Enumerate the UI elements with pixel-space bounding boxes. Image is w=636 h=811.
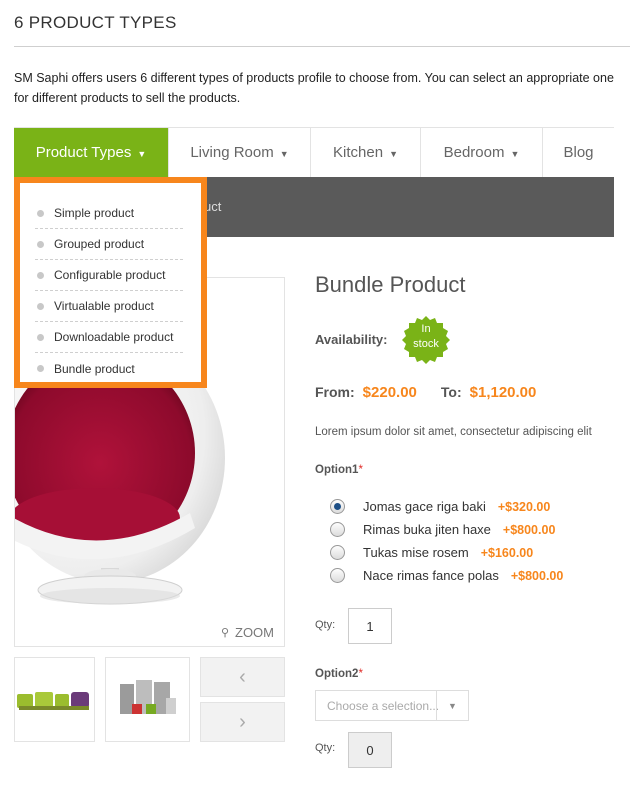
- choice-name: Nace rimas fance polas: [363, 568, 499, 583]
- dropdown-item-configurable-product[interactable]: Configurable product: [35, 260, 183, 291]
- option1-choice[interactable]: Jomas gace riga baki +$320.00: [330, 499, 550, 514]
- nav-item-label: Blog: [563, 144, 594, 161]
- nav-item-label: Living Room: [190, 144, 274, 161]
- stock-status-line1: In: [421, 323, 431, 335]
- bullet-icon: [37, 333, 44, 341]
- nav-item-product-types[interactable]: Product Types ▼: [14, 128, 169, 177]
- option2-qty-label: Qty:: [315, 742, 336, 754]
- dropdown-item-label: Grouped product: [54, 237, 145, 251]
- product-description: Lorem ipsum dolor sit amet, consectetur …: [315, 426, 592, 438]
- to-price: $1,120.00: [469, 384, 537, 401]
- bullet-icon: [37, 302, 44, 310]
- magnifier-icon: ⚲: [220, 627, 229, 639]
- thumbnail-chairs[interactable]: [105, 657, 190, 742]
- intro-text: SM Saphi offers users 6 different types …: [14, 71, 614, 105]
- title-divider: [14, 46, 630, 47]
- radio-button[interactable]: [330, 499, 345, 514]
- dropdown-item-label: Configurable product: [54, 268, 166, 282]
- to-label: To:: [440, 384, 462, 400]
- option2-label-text: Option2: [315, 668, 359, 680]
- bullet-icon: [37, 365, 44, 372]
- thumbnail-image: [120, 680, 176, 714]
- stock-status-line2: stock: [413, 338, 439, 350]
- chevron-down-icon: ▼: [510, 148, 520, 159]
- product-name: Bundle Product: [315, 272, 466, 297]
- required-marker: *: [358, 464, 363, 476]
- nav-item-label: Kitchen: [333, 144, 384, 161]
- dropdown-item-label: Bundle product: [54, 361, 135, 376]
- nav-item-label: Product Types: [35, 144, 132, 161]
- option1-choice[interactable]: Rimas buka jiten haxe +$800.00: [330, 522, 555, 537]
- nav-item-bedroom[interactable]: Bedroom ▼: [421, 128, 543, 177]
- option1-choice[interactable]: Tukas mise rosem +$160.00: [330, 545, 533, 560]
- price-range: From: $220.00 To: $1,120.00: [315, 384, 536, 401]
- option1-choice[interactable]: Nace rimas fance polas +$800.00: [330, 568, 563, 583]
- product-types-dropdown: Simple product Grouped product Configura…: [14, 177, 207, 388]
- chevron-right-icon: ›: [239, 710, 246, 733]
- chevron-down-icon: ▼: [137, 148, 147, 159]
- radio-button[interactable]: [330, 568, 345, 583]
- nav-item-label: Bedroom: [443, 144, 505, 161]
- dropdown-item-label: Downloadable product: [54, 330, 174, 344]
- zoom-label: ZOOM: [235, 625, 274, 640]
- select-placeholder: Choose a selection...: [327, 698, 438, 713]
- option1-label: Option1*: [315, 464, 363, 476]
- bullet-icon: [37, 209, 44, 217]
- nav-item-kitchen[interactable]: Kitchen ▼: [311, 128, 421, 177]
- stock-status: In stock: [402, 322, 450, 352]
- option2-select[interactable]: Choose a selection... ▼: [315, 690, 469, 721]
- from-price: $220.00: [362, 384, 417, 401]
- choice-price: +$800.00: [510, 568, 564, 583]
- section-title: 6 PRODUCT TYPES: [14, 13, 177, 32]
- choice-price: +$320.00: [497, 499, 551, 514]
- nav-item-blog[interactable]: Blog: [543, 128, 614, 177]
- chevron-left-icon: ‹: [239, 665, 246, 688]
- choice-name: Jomas gace riga baki: [363, 499, 486, 514]
- thumbnail-image: [17, 692, 89, 710]
- chevron-down-icon: ▼: [389, 148, 398, 159]
- choice-price: +$160.00: [480, 545, 534, 560]
- chevron-down-icon: ▼: [279, 148, 289, 159]
- radio-button[interactable]: [330, 522, 345, 537]
- dropdown-item-grouped-product[interactable]: Grouped product: [35, 229, 183, 260]
- dropdown-item-label: Simple product: [54, 206, 135, 220]
- required-marker: *: [358, 668, 363, 680]
- thumbnail-prev-button[interactable]: ‹: [200, 657, 285, 697]
- dropdown-item-label: Virtualable product: [54, 299, 154, 313]
- thumbnail-sofa-set[interactable]: [14, 657, 95, 742]
- chevron-down-icon: ▼: [436, 691, 468, 720]
- option1-label-text: Option1: [315, 464, 359, 476]
- availability-label: Availability:: [315, 332, 388, 347]
- radio-button[interactable]: [330, 545, 345, 560]
- zoom-button[interactable]: ⚲ ZOOM: [221, 625, 274, 640]
- dropdown-item-virtualable-product[interactable]: Virtualable product: [35, 291, 183, 322]
- option2-label: Option2*: [315, 668, 363, 680]
- option1-qty-label: Qty:: [315, 619, 336, 631]
- choice-price: +$800.00: [502, 522, 556, 537]
- main-nav: Product Types ▼ Living Room ▼ Kitchen ▼ …: [14, 127, 614, 177]
- choice-name: Tukas mise rosem: [363, 545, 469, 560]
- option2-qty-input[interactable]: [348, 732, 392, 768]
- bullet-icon: [37, 271, 44, 279]
- nav-item-living-room[interactable]: Living Room ▼: [169, 128, 311, 177]
- dropdown-item-simple-product[interactable]: Simple product: [35, 198, 183, 229]
- bullet-icon: [37, 240, 44, 248]
- thumbnail-next-button[interactable]: ›: [200, 702, 285, 742]
- dropdown-item-downloadable-product[interactable]: Downloadable product: [35, 322, 183, 353]
- dropdown-item-bundle-product[interactable]: Bundle product: [35, 353, 183, 384]
- from-label: From:: [315, 384, 355, 400]
- option1-qty-input[interactable]: [348, 608, 392, 644]
- choice-name: Rimas buka jiten haxe: [363, 522, 491, 537]
